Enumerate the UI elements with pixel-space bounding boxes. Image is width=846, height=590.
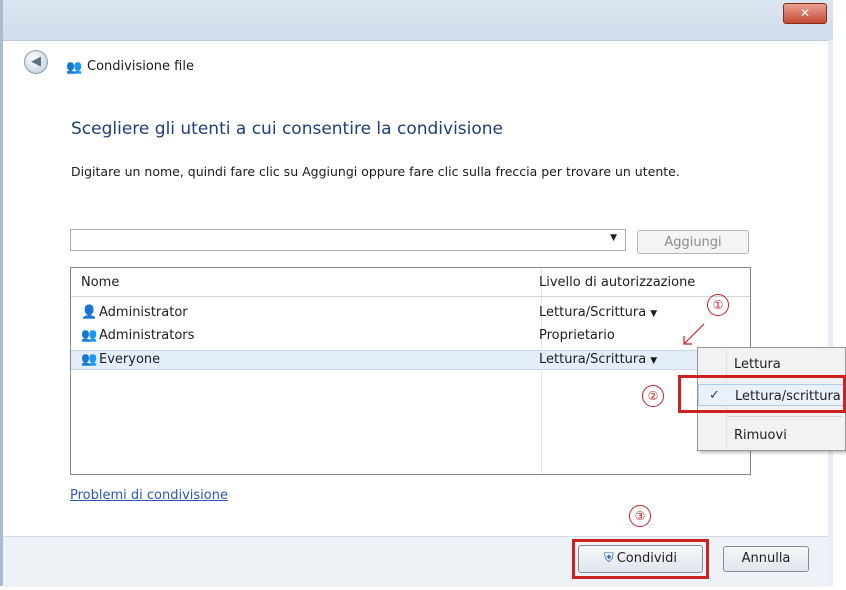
chevron-down-icon[interactable]: ▼: [650, 356, 657, 366]
menu-item-read[interactable]: Lettura: [698, 353, 845, 375]
menu-item-label: Lettura: [734, 357, 781, 372]
menu-item-remove[interactable]: Rimuovi: [698, 424, 845, 446]
read-write-highlight: [678, 375, 846, 413]
permission-level: Proprietario: [539, 328, 615, 343]
column-header-name[interactable]: Nome: [81, 275, 119, 290]
table-header: Nome Livello di autorizzazione: [71, 268, 750, 297]
chevron-down-icon[interactable]: ▼: [650, 309, 657, 319]
user-name: Administrator: [99, 305, 188, 320]
instruction-text: Digitare un nome, quindi fare clic su Ag…: [71, 164, 680, 179]
annotation-marker-2: ②: [642, 385, 664, 407]
group-icon: 👥: [81, 352, 98, 367]
annotation-marker-3: ③: [629, 505, 651, 527]
permissions-table: Nome Livello di autorizzazione 👤 Adminis…: [70, 267, 751, 475]
cancel-button[interactable]: Annulla: [723, 546, 809, 572]
column-separator: [541, 268, 542, 474]
title-bar: [3, 0, 833, 40]
user-name: Administrators: [99, 328, 195, 343]
back-arrow-icon: ◀: [31, 54, 41, 69]
close-button[interactable]: ✕: [783, 3, 827, 24]
group-icon: 👥: [81, 328, 98, 343]
table-row[interactable]: 👤 Administrator Lettura/Scrittura ▼: [71, 304, 750, 324]
user-icon: 👤: [81, 305, 98, 320]
permission-level: Lettura/Scrittura: [539, 352, 647, 367]
permission-level-dropdown[interactable]: Lettura/Scrittura ▼: [539, 305, 657, 320]
menu-separator: [728, 416, 842, 417]
user-name-combobox[interactable]: ▼: [70, 229, 626, 251]
table-row-selected[interactable]: 👥 Everyone Lettura/Scrittura ▼: [71, 350, 750, 370]
dropdown-arrow-icon[interactable]: ▼: [610, 233, 617, 243]
user-name: Everyone: [99, 352, 161, 367]
file-sharing-icon: 👥: [66, 60, 83, 75]
annotation-arrow-icon: [683, 323, 705, 345]
menu-item-label: Rimuovi: [734, 428, 787, 443]
sharing-problems-link[interactable]: Problemi di condivisione: [70, 488, 228, 503]
add-button[interactable]: Aggiungi: [637, 230, 749, 254]
page-title: Scegliere gli utenti a cui consentire la…: [71, 119, 504, 139]
share-button-highlight: [572, 539, 709, 579]
permission-level: Lettura/Scrittura: [539, 305, 647, 320]
permission-level-dropdown[interactable]: Lettura/Scrittura ▼: [539, 352, 657, 367]
annotation-marker-1: ①: [707, 294, 729, 316]
back-button[interactable]: ◀: [24, 50, 48, 74]
column-header-level[interactable]: Livello di autorizzazione: [539, 275, 695, 290]
window-title: Condivisione file: [87, 59, 194, 74]
table-row[interactable]: 👥 Administrators Proprietario: [71, 327, 750, 347]
